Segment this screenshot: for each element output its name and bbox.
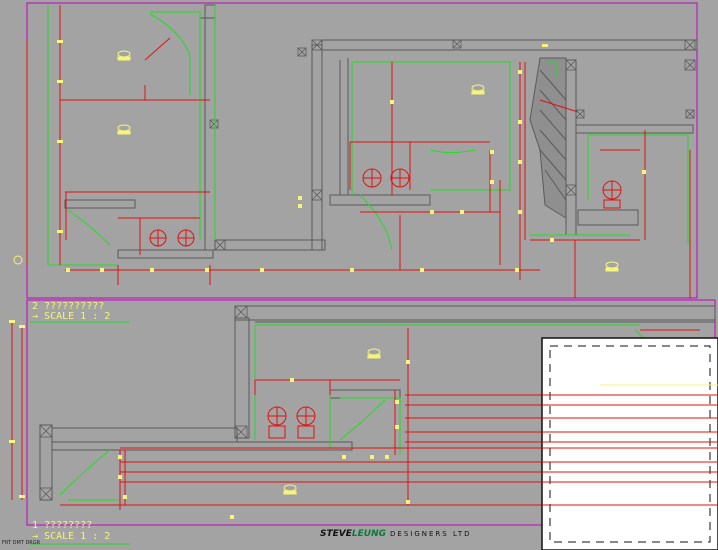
section-1-scale: → SCALE 1 : 2 (32, 531, 110, 542)
company-suffix: DESIGNERS LTD (390, 530, 472, 538)
top-plan-cabinets (47, 5, 689, 266)
top-plan-level-tags (13, 50, 619, 272)
section-1-scale-text: SCALE 1 : 2 (44, 531, 111, 542)
section-1-number: 1 (32, 520, 39, 531)
section-underlines (30, 321, 130, 545)
company-logo: STEVELEUNG DESIGNERS LTD (320, 529, 472, 539)
section-2-scale-text: SCALE 1 : 2 (44, 311, 111, 322)
top-plan-walls (64, 4, 698, 259)
top-plan-column (529, 57, 567, 219)
section-2-scale: → SCALE 1 : 2 (32, 311, 110, 322)
top-plan-dimensions (26, 5, 691, 298)
section-1-name: ???????? (44, 520, 93, 531)
corner-note: FRT DMT DRGR (2, 540, 41, 546)
company-name-part1: STEVE (320, 529, 352, 539)
title-block (541, 337, 718, 550)
company-name-part2: LEUNG (351, 529, 387, 539)
bottom-plan-cross-markers (39, 305, 248, 501)
section-1-title: 1 ???????? (32, 520, 92, 531)
scale-arrow-icon: → (32, 311, 39, 322)
top-plan-cross-markers (209, 39, 696, 251)
cad-drawing-canvas (9, 2, 718, 550)
bottom-plan-fixtures (267, 406, 316, 439)
